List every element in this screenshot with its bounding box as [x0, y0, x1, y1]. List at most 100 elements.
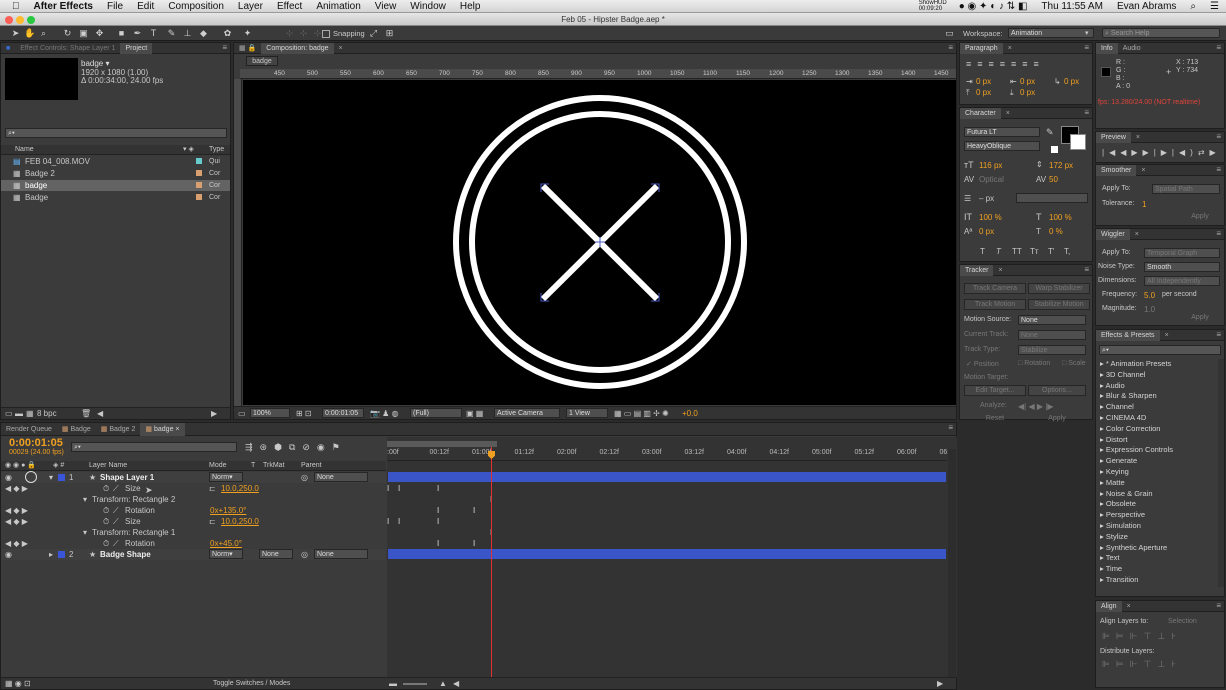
- effects-category[interactable]: ▸ CINEMA 4D: [1100, 413, 1146, 422]
- snapshot-icon[interactable]: 📷 ♟ ◍: [370, 409, 399, 418]
- snap-features-icon[interactable]: ⊞: [384, 28, 395, 39]
- clone-tool-icon[interactable]: ⊥: [182, 28, 193, 39]
- stopwatch-icon[interactable]: ⏱: [103, 505, 109, 516]
- project-bpc[interactable]: 8 bpc: [37, 409, 57, 418]
- keyframe[interactable]: I: [398, 518, 402, 526]
- property-value[interactable]: 10.0,250.0: [221, 516, 259, 527]
- layout-icons[interactable]: ▦ ▭ ▤ ▥ ✢ ✺: [614, 409, 669, 418]
- panel-menu-icon[interactable]: ≡: [222, 43, 227, 52]
- label-color[interactable]: [196, 182, 202, 188]
- comp-subtab[interactable]: badge: [246, 56, 278, 66]
- axis-mode-icon[interactable]: ⊹: [284, 28, 295, 39]
- tag-icon[interactable]: ▾ ◈: [183, 145, 194, 153]
- rectangle-tool-icon[interactable]: ■: [116, 28, 127, 39]
- label-color[interactable]: [58, 474, 65, 481]
- warp-stabilizer-button[interactable]: Warp Stabilizer: [1028, 283, 1090, 294]
- reset-button[interactable]: Reset: [967, 414, 1023, 425]
- tab-character[interactable]: Character: [960, 107, 1001, 119]
- effects-category[interactable]: ▸ Perspective: [1100, 510, 1145, 519]
- effects-category[interactable]: ▸ * Animation Presets: [1100, 359, 1171, 368]
- leading-value[interactable]: 172 px: [1049, 161, 1073, 170]
- stabilize-motion-button[interactable]: Stabilize Motion: [1028, 299, 1090, 310]
- font-style-select[interactable]: HeavyOblique: [964, 141, 1040, 151]
- expand-arrow-icon[interactable]: ▾: [49, 472, 53, 483]
- tsume-value[interactable]: 0 %: [1049, 227, 1063, 236]
- solo-icon[interactable]: [25, 471, 37, 483]
- menu-file[interactable]: File: [100, 1, 130, 12]
- close-icon[interactable]: ×: [993, 265, 1007, 276]
- panel-menu-icon[interactable]: ≡: [1216, 330, 1221, 339]
- effects-category[interactable]: ▸ Stylize: [1100, 532, 1128, 541]
- pen-tool-icon[interactable]: ✒: [132, 28, 143, 39]
- zoom-window-icon[interactable]: [27, 16, 35, 24]
- options-button[interactable]: Options...: [1028, 385, 1086, 396]
- style-subscript[interactable]: T,: [1064, 247, 1070, 256]
- keyframe-nav-icon[interactable]: ◀ ◆ ▶: [5, 516, 28, 527]
- effects-category[interactable]: ▸ Obsolete: [1100, 499, 1136, 508]
- panel-menu-icon[interactable]: ≡: [948, 43, 953, 52]
- effects-search-input[interactable]: ⌕▾: [1099, 345, 1221, 355]
- panel-menu-icon[interactable]: ≡: [1216, 165, 1221, 174]
- workspace-select[interactable]: Animation: [1008, 28, 1094, 38]
- property-value[interactable]: 10.0,250.0: [221, 483, 259, 494]
- project-item-row[interactable]: ▦ Badge 2 Cor: [1, 168, 230, 179]
- scroll-right-icon[interactable]: ▶: [211, 409, 217, 418]
- tab-effects-presets[interactable]: Effects & Presets: [1096, 329, 1160, 341]
- close-icon[interactable]: ×: [1122, 601, 1136, 612]
- clock[interactable]: Thu 11:55 AM: [1034, 1, 1110, 12]
- menu-effect[interactable]: Effect: [270, 1, 309, 12]
- effects-category[interactable]: ▸ Distort: [1100, 435, 1128, 444]
- blend-mode-select[interactable]: Norm▾: [209, 472, 243, 482]
- effects-category[interactable]: ▸ Audio: [1100, 381, 1125, 390]
- scroll-left-icon[interactable]: ◀: [97, 409, 103, 418]
- graph-icon[interactable]: ⟋: [113, 538, 119, 549]
- tab-smoother[interactable]: Smoother: [1096, 164, 1137, 176]
- effects-category[interactable]: ▸ Generate: [1100, 456, 1137, 465]
- eraser-tool-icon[interactable]: ◆: [198, 28, 209, 39]
- tab-paragraph[interactable]: Paragraph: [960, 42, 1003, 54]
- effects-category[interactable]: ▸ Time: [1100, 564, 1122, 573]
- magnification-select[interactable]: 100%: [250, 408, 290, 418]
- close-icon[interactable]: ×: [1136, 165, 1150, 176]
- toggle-switches-modes[interactable]: Toggle Switches / Modes: [213, 680, 290, 687]
- smoother-apply-button[interactable]: Apply: [1180, 212, 1220, 223]
- horizontal-scale-value[interactable]: 100 %: [1049, 213, 1072, 222]
- layer-row[interactable]: ◉ ▾ 1 ★ Shape Layer 1 Norm▾ ◎ None: [1, 471, 386, 483]
- panel-menu-icon[interactable]: ≡: [1216, 601, 1221, 610]
- col-t[interactable]: T: [251, 462, 255, 469]
- keyframe[interactable]: I: [473, 540, 477, 548]
- close-window-icon[interactable]: [5, 16, 13, 24]
- interpret-footage-icon[interactable]: ▭: [5, 409, 13, 418]
- effects-category[interactable]: ▸ 3D Channel: [1100, 370, 1145, 379]
- style-superscript[interactable]: T': [1048, 247, 1054, 256]
- keyframe-nav-icon[interactable]: ◀ ◆ ▶: [5, 483, 28, 494]
- tab-effect-controls[interactable]: Effect Controls: Shape Layer 1: [15, 43, 120, 54]
- brush-tool-icon[interactable]: ✎: [166, 28, 177, 39]
- style-all-caps[interactable]: TT: [1012, 247, 1022, 256]
- trkmat-select[interactable]: None: [259, 549, 293, 559]
- align-to-select[interactable]: Selection: [1166, 617, 1222, 627]
- tab-composition[interactable]: Composition: badge: [261, 42, 334, 54]
- property-row[interactable]: ◀ ◆ ▶ ⏱ ⟋ Rotation 0x+45.0°: [1, 538, 386, 549]
- style-faux-bold[interactable]: T: [980, 247, 985, 256]
- tab-badge-2[interactable]: ▦ Badge 2: [96, 423, 141, 436]
- rotate-tool-icon[interactable]: ↻: [62, 28, 73, 39]
- eyedropper-icon[interactable]: ✎: [1046, 127, 1054, 138]
- current-time-field[interactable]: 0:00:01:05: [322, 408, 364, 418]
- panel-menu-icon[interactable]: ≡: [1084, 43, 1089, 52]
- layer-bar-1[interactable]: [388, 472, 946, 482]
- time-ruler[interactable]: :00f 00:12f 01:00f 01:12f 02:00f 02:12f 03:00f…: [387, 447, 953, 461]
- search-help-input[interactable]: ⌕ Search Help: [1102, 28, 1220, 38]
- tab-badge-active[interactable]: ▦ badge ×: [140, 422, 185, 436]
- panel-menu-icon[interactable]: ≡: [1084, 108, 1089, 117]
- project-item-row[interactable]: ▦ Badge Cor: [1, 192, 230, 203]
- wiggler-apply-to-select[interactable]: Temporal Graph: [1144, 248, 1220, 258]
- col-parent[interactable]: Parent: [301, 462, 322, 469]
- close-icon[interactable]: ×: [1003, 43, 1017, 54]
- comp-lock-icon[interactable]: ▦ 🔒: [234, 43, 261, 54]
- keyframe[interactable]: I: [437, 507, 441, 515]
- indent-left-value[interactable]: 0 px: [976, 77, 991, 86]
- stroke-width-value[interactable]: – px: [979, 194, 994, 203]
- project-item-name[interactable]: badge ▾: [81, 59, 109, 68]
- close-icon[interactable]: ×: [1001, 108, 1015, 119]
